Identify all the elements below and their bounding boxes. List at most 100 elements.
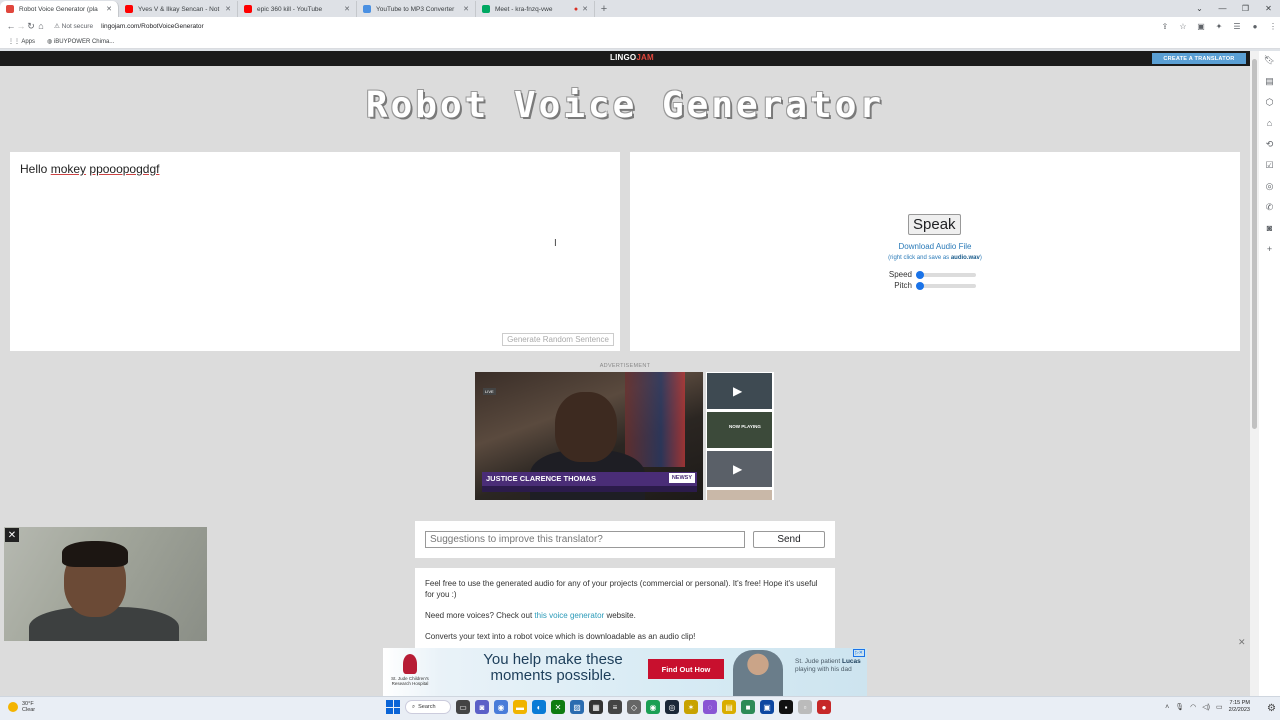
pitch-slider[interactable]	[916, 281, 976, 290]
floating-video-player[interactable]: ✕	[4, 527, 207, 641]
app3-icon[interactable]: ▪	[779, 700, 793, 714]
maximize-icon[interactable]: ❐	[1234, 0, 1257, 16]
playlist-thumbnail[interactable]	[707, 490, 772, 500]
whatsapp-icon[interactable]: ✆	[1266, 202, 1274, 216]
add-icon[interactable]: +	[1267, 244, 1272, 258]
input-textarea[interactable]: Hello mokey ppooopogdgf	[20, 162, 159, 176]
find-out-how-button[interactable]: Find Out How	[648, 659, 724, 679]
ad-close-icon[interactable]: ✕	[1238, 637, 1246, 648]
bookmark-icon[interactable]: 🔖︎	[1264, 55, 1275, 69]
url-text: lingojam.com/RobotVoiceGenerator	[101, 22, 204, 30]
tab-robot-voice-generator[interactable]: Robot Voice Generator (pla ✕	[0, 1, 119, 17]
home-icon[interactable]: ⌂	[36, 18, 46, 34]
not-secure-warning[interactable]: ⚠ Not secure	[54, 22, 93, 30]
close-icon[interactable]: ✕	[5, 528, 19, 542]
profile-icon[interactable]: ●	[1248, 19, 1262, 33]
weather-moon-icon	[8, 702, 18, 712]
extension-icon[interactable]: ▣	[1194, 19, 1208, 33]
speed-slider-thumb[interactable]	[916, 270, 924, 279]
app-icon[interactable]: ◇	[627, 700, 641, 714]
checklist-icon[interactable]: ☑	[1265, 160, 1273, 174]
input-panel[interactable]: Hello mokey ppooopogdgf I Generate Rando…	[10, 152, 620, 351]
reload-icon[interactable]: ↻	[26, 18, 36, 34]
new-tab-button[interactable]: +	[595, 1, 613, 17]
close-window-icon[interactable]: ✕	[1257, 0, 1280, 16]
bottom-banner-ad[interactable]: St. Jude Children's Research Hospital Yo…	[383, 648, 867, 696]
playlist-thumbnail-now-playing[interactable]: NOW PLAYING	[707, 412, 772, 448]
scrollbar-thumb[interactable]	[1252, 59, 1257, 429]
tab-youtube-yves-v[interactable]: Yves V & Ilkay Sencan - Not So ✕	[119, 1, 238, 17]
notes-icon[interactable]: ▤	[1265, 76, 1274, 90]
teams-icon[interactable]: ◉	[494, 700, 508, 714]
sync-icon[interactable]: ⟲	[1266, 139, 1274, 153]
speak-button[interactable]: Speak	[908, 214, 961, 235]
download-audio-link[interactable]: Download Audio File	[630, 242, 1240, 251]
bookmark-star-icon[interactable]: ☆	[1176, 19, 1190, 33]
lingojam-logo[interactable]: LINGOJAM	[610, 53, 654, 62]
photos-icon[interactable]: ▨	[570, 700, 584, 714]
file-explorer-icon[interactable]: ▬	[513, 700, 527, 714]
sticky-notes-icon[interactable]: ▤	[722, 700, 736, 714]
weather-widget[interactable]: 30°F Clear	[8, 701, 35, 713]
tab-youtube-epic-kill[interactable]: epic 360 kill - YouTube ✕	[238, 1, 357, 17]
ad-video-player[interactable]: LIVE JUSTICE CLARENCE THOMAS NEWSY	[475, 372, 703, 500]
suggestion-input[interactable]: Suggestions to improve this translator?	[425, 531, 745, 548]
speed-slider[interactable]	[916, 270, 976, 279]
reading-list-icon[interactable]: ☰	[1230, 19, 1244, 33]
back-arrow-icon[interactable]: ←	[6, 18, 16, 34]
close-tab-icon[interactable]: ✕	[463, 5, 469, 13]
playlist-thumbnail[interactable]: ▶	[707, 373, 772, 409]
app4-icon[interactable]: ▫	[798, 700, 812, 714]
instagram-icon[interactable]: ◙	[1267, 223, 1272, 237]
store-icon[interactable]: ▦	[589, 700, 603, 714]
tab-meet[interactable]: Meet - kra-fnzq-vwe ● ✕	[476, 1, 595, 17]
close-tab-icon[interactable]: ✕	[106, 5, 112, 13]
adchoices-icon[interactable]: ▷✕	[852, 649, 865, 657]
close-tab-icon[interactable]: ✕	[344, 5, 350, 13]
edge-icon[interactable]: ◐	[532, 700, 546, 714]
generate-random-sentence-button[interactable]: Generate Random Sentence	[502, 333, 614, 346]
voice-generator-link[interactable]: this voice generator	[534, 611, 604, 620]
microphone-icon[interactable]: 🎙︎	[1175, 703, 1184, 711]
steam-icon[interactable]: ◎	[665, 700, 679, 714]
windows-start-icon[interactable]	[386, 700, 400, 714]
puzzle-extensions-icon[interactable]: ✦	[1212, 19, 1226, 33]
taskbar-search[interactable]: ⌕ Search	[405, 700, 451, 714]
volume-icon[interactable]: ◁)	[1202, 703, 1210, 711]
forward-arrow-icon[interactable]: →	[16, 18, 26, 34]
game-icon[interactable]: ✶	[684, 700, 698, 714]
tab-youtube-mp3[interactable]: YouTube to MP3 Converter ✕	[357, 1, 476, 17]
clock[interactable]: 7:15 PM 2/2/2023	[1229, 700, 1250, 714]
chrome-icon[interactable]: ◉	[646, 700, 660, 714]
tab-search-icon[interactable]: ⌄	[1188, 0, 1211, 16]
tag-icon[interactable]: ⌂	[1267, 118, 1272, 132]
bookmark-ibuypower[interactable]: ◍ iBUYPOWER Chima...	[47, 38, 114, 45]
create-translator-button[interactable]: CREATE A TRANSLATOR	[1152, 53, 1246, 64]
cube-icon[interactable]: ⬡	[1266, 97, 1274, 111]
recorder-icon[interactable]: ●	[817, 700, 831, 714]
monitor-icon[interactable]: ▣	[760, 700, 774, 714]
menu-icon[interactable]: ⋮	[1266, 19, 1280, 33]
terminal-icon[interactable]: ≡	[608, 700, 622, 714]
close-tab-icon[interactable]: ✕	[582, 5, 588, 13]
messenger-icon[interactable]: ◎	[1266, 181, 1274, 195]
xbox-icon[interactable]: ✕	[551, 700, 565, 714]
close-tab-icon[interactable]: ✕	[225, 5, 231, 13]
battery-icon[interactable]: ▭	[1216, 703, 1223, 711]
pitch-slider-thumb[interactable]	[916, 281, 924, 290]
task-view-icon[interactable]: ▭	[456, 700, 470, 714]
minecraft-icon[interactable]: ■	[741, 700, 755, 714]
playlist-thumbnail[interactable]: ▶	[707, 451, 772, 487]
network-icon[interactable]: ◠	[1190, 703, 1196, 711]
address-bar[interactable]: ⚠ Not secure lingojam.com/RobotVoiceGene…	[54, 19, 1144, 33]
minimize-icon[interactable]: —	[1211, 0, 1234, 16]
send-button[interactable]: Send	[753, 531, 825, 548]
app2-icon[interactable]: ◌	[703, 700, 717, 714]
settings-gear-icon[interactable]: ⚙	[1267, 703, 1276, 714]
tray-overflow-icon[interactable]: ˄	[1165, 704, 1169, 711]
page-scrollbar[interactable]	[1250, 51, 1259, 696]
text-cursor-icon: I	[554, 238, 557, 249]
bookmark-apps[interactable]: ⋮⋮ Apps	[8, 38, 35, 45]
share-icon[interactable]: ⇪	[1158, 19, 1172, 33]
chat-icon[interactable]: ◙	[475, 700, 489, 714]
